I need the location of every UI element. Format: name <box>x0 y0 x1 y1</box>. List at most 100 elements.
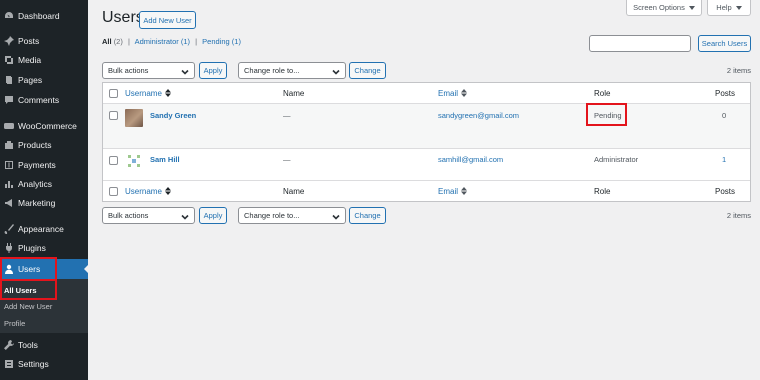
sort-arrow-icon <box>461 187 468 195</box>
items-count-top: 2 items <box>726 66 751 75</box>
bulk-actions-select-bottom[interactable]: Bulk actions <box>102 207 195 224</box>
sidebar-item-label: Analytics <box>18 179 53 189</box>
column-role: Role <box>594 89 611 98</box>
bulk-actions-value: Bulk actions <box>108 211 149 220</box>
sidebar-item-dashboard[interactable]: Dashboard <box>0 6 88 26</box>
sidebar-item-label: WooCommerce <box>18 121 77 131</box>
sidebar-item-label: Posts <box>18 36 40 46</box>
change-button-top[interactable]: Change <box>349 62 386 79</box>
submenu-profile[interactable]: Profile <box>4 319 25 328</box>
row-checkbox[interactable] <box>109 111 118 120</box>
sidebar-item-marketing[interactable]: Marketing <box>0 193 88 213</box>
avatar <box>125 152 143 170</box>
column-name: Name <box>283 187 305 196</box>
default-avatar-icon <box>128 155 140 167</box>
sidebar-item-label: Comments <box>18 95 60 105</box>
admin-sidebar: Dashboard Posts Media Pages Comments Woo… <box>0 0 88 380</box>
pages-icon <box>4 75 14 85</box>
marketing-icon <box>4 198 14 208</box>
chevron-down-icon <box>332 213 340 221</box>
role-filter-links: All (2) | Administrator (1) | Pending (1… <box>102 37 241 46</box>
email-link[interactable]: sandygreen@gmail.com <box>438 111 519 120</box>
filter-administrator[interactable]: Administrator (1) <box>135 37 190 46</box>
filter-separator: | <box>195 37 198 46</box>
sidebar-item-plugins[interactable]: Plugins <box>0 238 88 258</box>
filter-pending[interactable]: Pending (1) <box>202 37 241 46</box>
add-new-user-button[interactable]: Add New User <box>139 11 196 29</box>
analytics-icon <box>4 179 14 189</box>
change-role-value: Change role to... <box>244 66 300 75</box>
username-link[interactable]: Sam Hill <box>150 155 180 164</box>
column-posts: Posts <box>715 89 736 98</box>
column-name: Name <box>283 89 305 98</box>
apply-button-bottom[interactable]: Apply <box>199 207 227 224</box>
column-posts: Posts <box>715 187 736 196</box>
screen-options-button[interactable]: Screen Options <box>626 0 702 16</box>
search-users-button[interactable]: Search Users <box>698 35 751 52</box>
email-link[interactable]: samhill@gmail.com <box>438 155 503 164</box>
column-role: Role <box>594 187 611 196</box>
tools-icon <box>4 340 14 350</box>
filter-all-count: (2) <box>113 37 123 46</box>
sidebar-item-media[interactable]: Media <box>0 50 88 70</box>
sidebar-item-comments[interactable]: Comments <box>0 90 88 110</box>
change-role-select-bottom[interactable]: Change role to... <box>238 207 346 224</box>
sidebar-item-payments[interactable]: Payments <box>0 155 88 175</box>
select-all-checkbox[interactable] <box>109 187 118 196</box>
sidebar-item-tools[interactable]: Tools <box>0 335 88 355</box>
sidebar-item-woocommerce[interactable]: WooCommerce <box>0 116 88 136</box>
posts-count-link[interactable]: 1 <box>722 155 726 164</box>
username-link[interactable]: Sandy Green <box>150 111 196 120</box>
name-cell: — <box>283 155 291 164</box>
settings-icon <box>4 359 14 369</box>
sidebar-item-label: Appearance <box>18 224 64 234</box>
change-role-select-top[interactable]: Change role to... <box>238 62 346 79</box>
sidebar-item-label: Payments <box>18 160 56 170</box>
appearance-icon <box>4 224 14 234</box>
caret-down-icon <box>735 5 742 10</box>
change-button-bottom[interactable]: Change <box>349 207 386 224</box>
filter-all[interactable]: All <box>102 37 112 46</box>
dashboard-icon <box>4 11 14 21</box>
role-cell: Administrator <box>594 155 639 164</box>
select-all-checkbox[interactable] <box>109 89 118 98</box>
woocommerce-icon <box>4 121 14 131</box>
bulk-actions-select-top[interactable]: Bulk actions <box>102 62 195 79</box>
avatar <box>125 109 143 127</box>
sidebar-item-pages[interactable]: Pages <box>0 70 88 90</box>
sidebar-item-label: Media <box>18 55 42 65</box>
column-email[interactable]: Email <box>438 187 468 196</box>
sidebar-item-label: Plugins <box>18 243 46 253</box>
sidebar-item-label: Pages <box>18 75 43 85</box>
help-button[interactable]: Help <box>707 0 751 16</box>
sidebar-item-settings[interactable]: Settings <box>0 354 88 374</box>
submenu-add-new-user[interactable]: Add New User <box>4 302 52 311</box>
sidebar-item-products[interactable]: Products <box>0 135 88 155</box>
plugins-icon <box>4 243 14 253</box>
column-email[interactable]: Email <box>438 89 468 98</box>
column-username[interactable]: Username <box>125 187 171 196</box>
sort-arrow-icon <box>164 89 171 97</box>
sidebar-item-appearance[interactable]: Appearance <box>0 219 88 239</box>
highlight-box-pending <box>586 103 627 126</box>
apply-button-top[interactable]: Apply <box>199 62 227 79</box>
column-username[interactable]: Username <box>125 89 171 98</box>
caret-down-icon <box>688 5 695 10</box>
pin-icon <box>4 36 14 46</box>
change-role-value: Change role to... <box>244 211 300 220</box>
filter-separator: | <box>127 37 130 46</box>
row-checkbox[interactable] <box>109 156 118 165</box>
items-count-bottom: 2 items <box>726 211 751 220</box>
screen-options-label: Screen Options <box>633 3 685 12</box>
sidebar-item-analytics[interactable]: Analytics <box>0 174 88 194</box>
media-icon <box>4 55 14 65</box>
chevron-down-icon <box>181 213 189 221</box>
products-icon <box>4 140 14 150</box>
table-footer-row: Username Name Email Role Posts <box>103 181 750 202</box>
sidebar-item-posts[interactable]: Posts <box>0 31 88 51</box>
search-input[interactable] <box>589 35 691 52</box>
chevron-down-icon <box>332 68 340 76</box>
users-table: Username Name Email Role Posts Sandy Gre… <box>102 82 751 202</box>
comments-icon <box>4 95 14 105</box>
table-row: Sandy Green — sandygreen@gmail.com Pendi… <box>103 104 750 148</box>
